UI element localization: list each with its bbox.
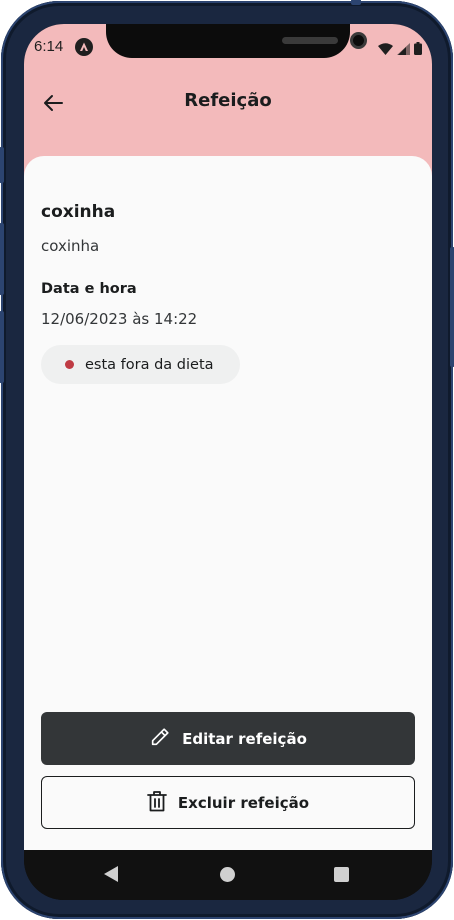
diet-status-badge: esta fora da dieta <box>41 345 240 384</box>
phone-frame: 6:14 Refeição coxinha coxinha Data e hor… <box>0 0 454 919</box>
nav-recents-icon[interactable] <box>334 867 349 882</box>
diet-status-label: esta fora da dieta <box>85 356 214 373</box>
battery-icon <box>414 40 422 59</box>
status-dot-icon <box>65 360 74 369</box>
datetime-value: 12/06/2023 às 14:22 <box>41 310 198 328</box>
system-nav-bar <box>24 850 432 900</box>
nav-home-icon[interactable] <box>220 867 235 882</box>
front-camera <box>350 32 367 49</box>
side-button <box>450 247 454 367</box>
camera-notch <box>106 24 367 58</box>
meal-name: coxinha <box>41 202 116 222</box>
status-icons <box>378 40 422 59</box>
side-button <box>0 223 4 295</box>
delete-meal-button[interactable]: Excluir refeição <box>41 776 415 829</box>
trash-icon <box>147 790 167 816</box>
meal-description: coxinha <box>41 237 100 255</box>
side-button <box>0 147 4 183</box>
datetime-label: Data e hora <box>41 281 137 297</box>
delete-meal-label: Excluir refeição <box>177 793 310 812</box>
nav-back-icon[interactable] <box>104 866 118 882</box>
status-time: 6:14 <box>34 38 64 55</box>
screen: 6:14 Refeição coxinha coxinha Data e hor… <box>24 24 432 900</box>
edit-meal-label: Editar refeição <box>182 729 307 748</box>
side-button <box>0 311 4 383</box>
page-title: Refeição <box>184 90 272 111</box>
speaker <box>282 37 338 44</box>
edit-meal-button[interactable]: Editar refeição <box>41 712 415 765</box>
app-notification-icon <box>75 38 93 56</box>
back-button[interactable] <box>38 90 68 120</box>
arrow-left-icon <box>41 91 65 119</box>
meal-details: coxinha coxinha Data e hora 12/06/2023 à… <box>24 156 432 850</box>
pencil-icon <box>149 726 171 752</box>
side-button <box>351 0 361 5</box>
wifi-icon <box>378 40 393 59</box>
signal-icon <box>397 40 410 59</box>
